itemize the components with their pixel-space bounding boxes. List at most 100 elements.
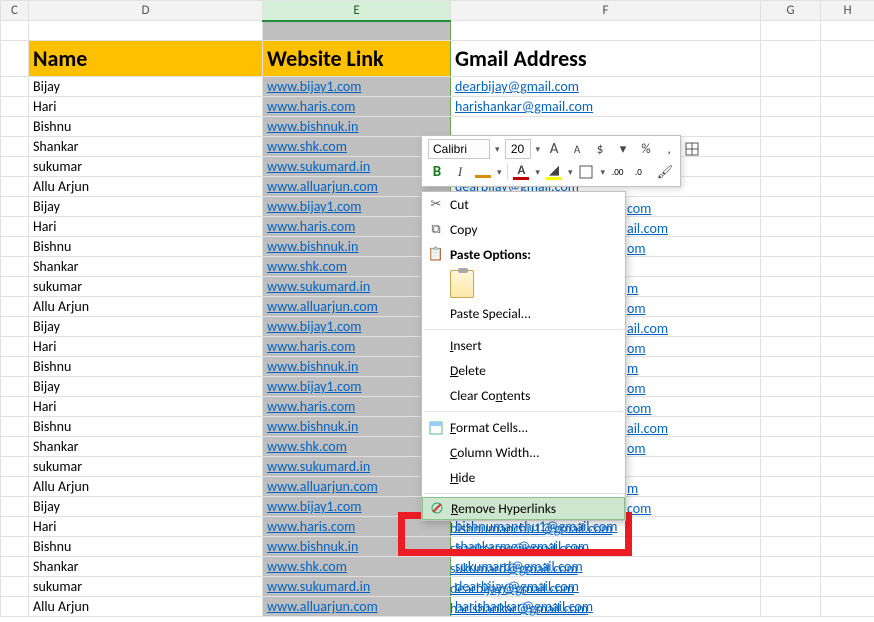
name-cell[interactable]: Bijay — [29, 77, 263, 97]
email-clip[interactable]: om — [627, 440, 646, 457]
email-clip[interactable]: ail.com — [627, 420, 668, 437]
email-clip[interactable]: om — [627, 380, 646, 397]
name-cell[interactable]: Bishnu — [29, 537, 263, 557]
name-cell[interactable]: Shankar — [29, 257, 263, 277]
name-cell[interactable]: Allu Arjun — [29, 177, 263, 197]
email-cell[interactable] — [451, 117, 761, 137]
website-link[interactable]: www.alluarjun.com — [267, 298, 378, 315]
email-cell[interactable]: dearbijay@gmail.com — [451, 77, 761, 97]
col-f[interactable]: F — [451, 1, 761, 21]
ctx-delete[interactable]: Delete — [422, 358, 625, 383]
ctx-hide[interactable]: Hide — [422, 465, 625, 490]
website-link[interactable]: www.shk.com — [267, 558, 347, 575]
website-link[interactable]: www.bijay1.com — [267, 318, 361, 335]
name-cell[interactable]: sukumar — [29, 277, 263, 297]
chevron-down-icon[interactable]: ▾ — [495, 144, 500, 155]
paste-button[interactable] — [450, 270, 474, 298]
name-cell[interactable]: Bishnu — [29, 357, 263, 377]
name-cell[interactable]: Hari — [29, 337, 263, 357]
email-clip[interactable]: m — [627, 360, 638, 377]
ctx-format-cells[interactable]: Format Cells... — [422, 415, 625, 440]
table-row[interactable]: sukumarwww.sukumard.indearbijay@gmail.co… — [1, 577, 874, 597]
table-header-row[interactable]: Name Website Link Gmail Address — [1, 41, 874, 77]
row-1-blank[interactable] — [1, 21, 874, 41]
website-link[interactable]: www.bijay1.com — [267, 378, 361, 395]
website-link[interactable]: www.alluarjun.com — [267, 478, 378, 495]
website-link[interactable]: www.haris.com — [267, 218, 355, 235]
website-link[interactable]: www.bijay1.com — [267, 498, 361, 515]
grow-font-button[interactable]: A — [545, 139, 563, 159]
email-link[interactable]: sukumard@gmail.com — [450, 560, 578, 577]
email-clip[interactable]: om — [627, 240, 646, 257]
name-cell[interactable]: Allu Arjun — [29, 297, 263, 317]
format-painter-arrow-icon[interactable]: ▾ — [614, 139, 632, 159]
font-color-button[interactable]: A — [512, 162, 530, 182]
email-clip[interactable]: com — [627, 400, 651, 417]
ctx-insert[interactable]: Insert — [422, 333, 625, 358]
website-link[interactable]: www.shk.com — [267, 438, 347, 455]
name-cell[interactable]: sukumar — [29, 157, 263, 177]
table-row[interactable]: Bijaywww.bijay1.com dearbijay@gmail.com — [1, 77, 874, 97]
website-link[interactable]: www.bishnuk.in — [267, 538, 358, 555]
website-cell[interactable]: www.haris.com — [263, 97, 451, 117]
col-g[interactable]: G — [761, 1, 821, 21]
col-e-selected[interactable]: E — [263, 1, 451, 21]
ctx-paste-option-buttons[interactable] — [422, 267, 625, 301]
increase-decimal-button[interactable]: .00 — [610, 162, 628, 182]
website-cell[interactable]: www.bijay1.com — [263, 77, 451, 97]
name-cell[interactable]: Hari — [29, 217, 263, 237]
website-link[interactable]: www.shk.com — [267, 138, 347, 155]
website-link[interactable]: www.bishnuk.in — [267, 418, 358, 435]
borders-icon[interactable] — [683, 139, 701, 159]
fill-color-button[interactable]: ◢ — [545, 162, 563, 182]
website-link[interactable]: www.bishnuk.in — [267, 118, 358, 135]
website-link[interactable]: www.sukumard.in — [267, 578, 370, 595]
comma-style-button[interactable]: , — [660, 139, 678, 159]
column-header-row[interactable]: C D E F G H — [1, 1, 874, 21]
website-link[interactable]: www.bishnuk.in — [267, 238, 358, 255]
ctx-cut[interactable]: ✂ Cut — [422, 192, 625, 217]
email-clip[interactable]: om — [627, 300, 646, 317]
website-link[interactable]: www.sukumard.in — [267, 458, 370, 475]
website-cell[interactable]: www.shk.com — [263, 557, 451, 577]
col-d[interactable]: D — [29, 1, 263, 21]
website-link[interactable]: www.sukumard.in — [267, 278, 370, 295]
name-cell[interactable]: Hari — [29, 397, 263, 417]
chevron-down-icon[interactable]: ▾ — [600, 167, 605, 178]
website-link[interactable]: www.alluarjun.com — [267, 178, 378, 195]
chevron-down-icon[interactable]: ▾ — [568, 167, 573, 178]
chevron-down-icon[interactable]: ▾ — [497, 167, 502, 178]
font-name-combo[interactable] — [428, 139, 490, 159]
mini-format-toolbar[interactable]: ▾ ▾ A A $ ▾ % , B I ▾ A ▾ ◢ ▾ ▾ .00 .0 🖌 — [421, 135, 681, 187]
ctx-paste-special[interactable]: Paste Special... — [422, 301, 625, 326]
name-cell[interactable]: Bishnu — [29, 417, 263, 437]
name-cell[interactable]: sukumar — [29, 457, 263, 477]
website-cell[interactable]: www.bishnuk.in — [263, 117, 451, 137]
ctx-copy[interactable]: ⧉ Copy — [422, 217, 625, 242]
website-link[interactable]: www.alluarjun.com — [267, 598, 378, 615]
name-cell[interactable]: Shankar — [29, 437, 263, 457]
name-cell[interactable]: Bijay — [29, 197, 263, 217]
website-link[interactable]: www.bishnuk.in — [267, 358, 358, 375]
name-cell[interactable]: Shankar — [29, 137, 263, 157]
website-link[interactable]: www.bijay1.com — [267, 78, 361, 95]
email-clip[interactable]: ail.com — [627, 220, 668, 237]
email-clip[interactable]: m — [627, 480, 638, 497]
borders-button[interactable] — [577, 162, 595, 182]
decrease-decimal-button[interactable]: .0 — [633, 162, 651, 182]
website-link[interactable]: www.shk.com — [267, 258, 347, 275]
ctx-remove-hyperlinks[interactable]: Remove Hyperlinks — [422, 497, 625, 520]
email-clip[interactable]: com — [627, 200, 651, 217]
percent-button[interactable]: % — [637, 139, 655, 159]
email-cell[interactable]: harishankar@gmail.com — [451, 97, 761, 117]
website-link[interactable]: www.haris.com — [267, 98, 355, 115]
website-cell[interactable]: www.alluarjun.com — [263, 597, 451, 617]
email-link[interactable]: dearbijay@gmail.com — [450, 580, 574, 597]
email-link[interactable]: dearbijay@gmail.com — [455, 78, 579, 95]
name-cell[interactable]: Bishnu — [29, 117, 263, 137]
name-cell[interactable]: Bishnu — [29, 237, 263, 257]
name-cell[interactable]: Shankar — [29, 557, 263, 577]
email-clip[interactable]: m — [627, 280, 638, 297]
ctx-column-width[interactable]: Column Width... — [422, 440, 625, 465]
email-link[interactable]: harishankar@gmail.com — [450, 600, 588, 617]
